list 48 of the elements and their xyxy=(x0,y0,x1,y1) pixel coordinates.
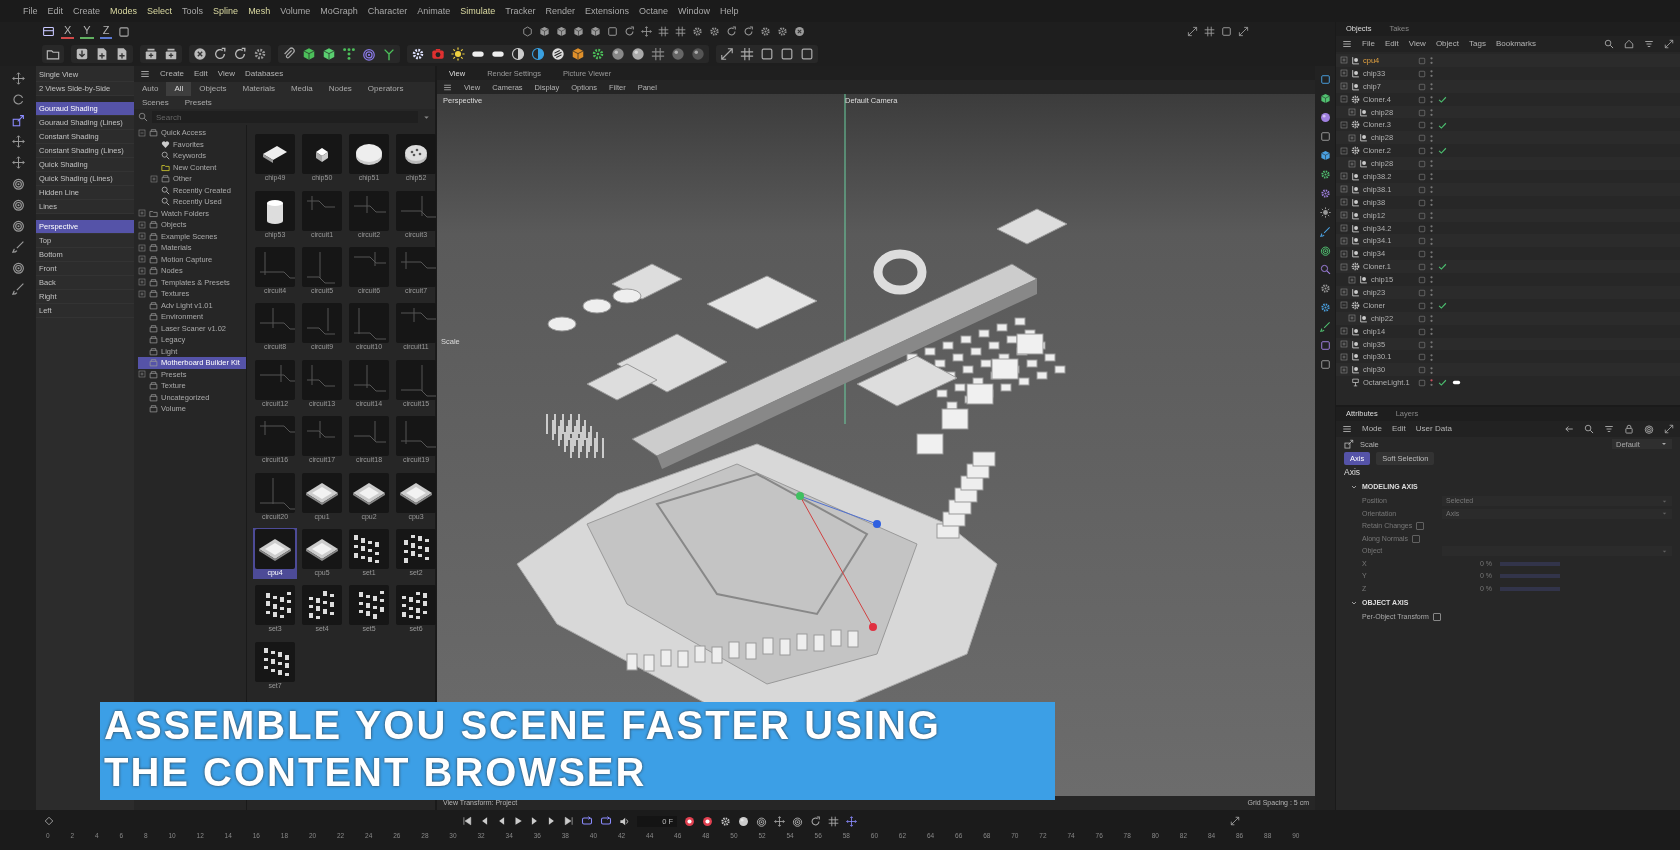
menu-item[interactable]: Modes xyxy=(105,5,143,17)
menu-item[interactable]: Simulate xyxy=(455,5,501,17)
menu-item[interactable]: Bookmarks xyxy=(1495,39,1536,49)
menu-item[interactable]: Window xyxy=(673,5,716,17)
menu-item[interactable]: MoGraph xyxy=(315,5,363,17)
menu-item[interactable]: Databases xyxy=(245,69,284,79)
menu-item[interactable]: Select xyxy=(142,5,178,17)
menu-item[interactable]: Render xyxy=(540,5,580,17)
menu-item[interactable]: Object xyxy=(1435,39,1459,49)
menu-item[interactable]: Tracker xyxy=(500,5,541,17)
menu-item[interactable]: Edit xyxy=(194,69,208,79)
axis-toggle[interactable]: X xyxy=(61,23,75,40)
tab[interactable]: Materials xyxy=(234,82,283,96)
menu-item[interactable]: Spline xyxy=(208,5,244,17)
caption-line: THE CONTENT BROWSER xyxy=(104,749,648,796)
section-heading: Axis xyxy=(1344,466,1361,478)
menu-item[interactable]: Create xyxy=(160,69,184,79)
tab[interactable]: Scenes xyxy=(134,95,177,110)
tab[interactable]: Objects xyxy=(191,82,235,96)
menu-item[interactable]: Octane xyxy=(634,5,674,17)
menu-item[interactable]: File xyxy=(1362,39,1375,49)
tab[interactable]: Auto xyxy=(134,82,167,96)
menu-item[interactable]: Tags xyxy=(1469,39,1486,49)
menu-item[interactable]: Mode xyxy=(1362,424,1382,434)
menu-item[interactable]: User Data xyxy=(1415,424,1452,434)
axis-toggle[interactable]: Z xyxy=(99,23,113,40)
axis-toggle[interactable]: Y xyxy=(80,23,94,40)
tab[interactable]: Nodes xyxy=(320,82,360,96)
menu-item[interactable]: Tools xyxy=(177,5,209,17)
tab[interactable]: All xyxy=(166,82,192,96)
menu-item[interactable]: Mesh xyxy=(243,5,276,17)
menu-item[interactable]: Help xyxy=(715,5,744,17)
menu-item[interactable]: Extensions xyxy=(579,5,634,17)
tab[interactable]: Operators xyxy=(359,82,412,96)
tab[interactable]: Presets xyxy=(176,95,220,110)
menu-item[interactable]: Character xyxy=(362,5,413,17)
menu-item[interactable]: File xyxy=(18,5,43,17)
caption-line: ASSEMBLE YOU SCENE FASTER USING xyxy=(104,702,942,749)
tab[interactable]: Media xyxy=(282,82,321,96)
menu-item[interactable]: Animate xyxy=(412,5,456,17)
menu-item[interactable]: Edit xyxy=(42,5,69,17)
menu-item[interactable]: Edit xyxy=(1392,424,1406,434)
search-field[interactable]: Search xyxy=(152,111,418,124)
menu-item[interactable]: View xyxy=(1408,39,1426,49)
menu-item[interactable]: Volume xyxy=(275,5,316,17)
menu-item[interactable]: View xyxy=(217,69,235,79)
menu-item[interactable]: Create xyxy=(68,5,106,17)
menu-item[interactable]: Edit xyxy=(1384,39,1399,49)
